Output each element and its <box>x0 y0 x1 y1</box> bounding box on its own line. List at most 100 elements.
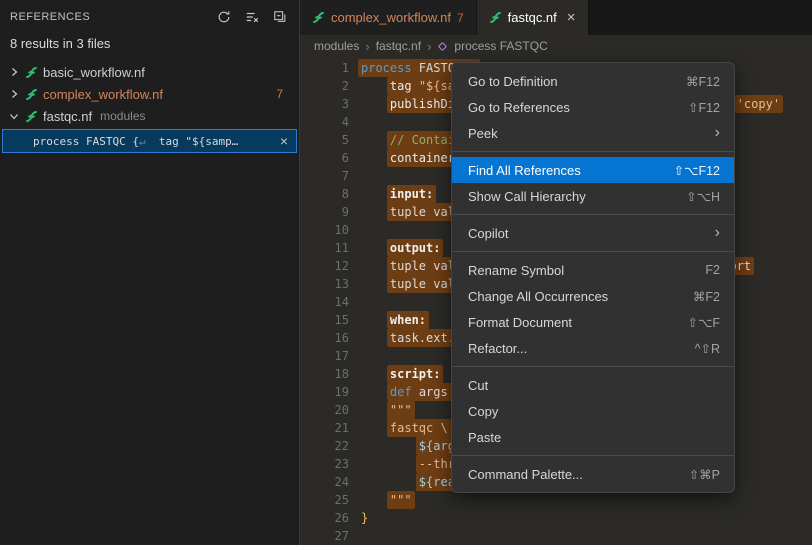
file-name: basic_workflow.nf <box>43 65 145 80</box>
menu-shortcut: ⇧⌥F12 <box>674 163 720 178</box>
breadcrumb-item-modules[interactable]: modules <box>314 39 359 53</box>
line-number: 20 <box>300 401 349 419</box>
find-match-highlight: when: <box>387 311 429 329</box>
file-problems-badge: 7 <box>276 87 291 101</box>
line-number: 2 <box>300 77 349 95</box>
chevron-right-icon[interactable] <box>8 67 20 77</box>
symbol-icon <box>437 41 448 52</box>
tab-complex-workflow-nf[interactable]: complex_workflow.nf 7 <box>300 0 477 35</box>
breadcrumb-item-fastqc-nf[interactable]: fastqc.nf <box>376 39 421 53</box>
code-text[interactable] <box>349 527 361 545</box>
menu-item-rename-symbol[interactable]: Rename SymbolF2 <box>452 257 734 283</box>
menu-shortcut: F2 <box>705 263 720 277</box>
menu-shortcut: ⇧⌥H <box>686 189 720 204</box>
file-description: modules <box>100 109 145 123</box>
menu-item-command-palette[interactable]: Command Palette... ⇧⌘P <box>452 461 734 487</box>
find-match-highlight: input: <box>387 185 436 203</box>
chevron-right-icon[interactable] <box>8 89 20 99</box>
line-number: 7 <box>300 167 349 185</box>
line-number: 3 <box>300 95 349 113</box>
menu-item-paste[interactable]: Paste <box>452 424 734 450</box>
menu-item-cut[interactable]: Cut <box>452 372 734 398</box>
code-text[interactable]: script: <box>349 365 440 383</box>
nextflow-icon <box>489 11 502 24</box>
file-name: fastqc.nf <box>43 109 92 124</box>
line-number: 9 <box>300 203 349 221</box>
menu-item-peek[interactable]: Peek› <box>452 120 734 146</box>
nextflow-file-icon <box>25 110 38 123</box>
line-number: 13 <box>300 275 349 293</box>
breadcrumb-item-process-fastqc[interactable]: process FASTQC <box>454 39 547 53</box>
menu-item-go-to-references[interactable]: Go to References⇧F12 <box>452 94 734 120</box>
code-line: 27 <box>300 527 812 545</box>
menu-separator <box>452 214 734 215</box>
menu-item-copilot[interactable]: Copilot› <box>452 220 734 246</box>
reference-snippet-head: process FASTQC { <box>33 135 139 148</box>
line-number: 11 <box>300 239 349 257</box>
line-number: 27 <box>300 527 349 545</box>
line-number: 5 <box>300 131 349 149</box>
menu-item-label: Change All Occurrences <box>468 289 608 304</box>
submenu-arrow-icon: › <box>715 225 720 241</box>
file-name: complex_workflow.nf <box>43 87 163 102</box>
menu-separator <box>452 455 734 456</box>
menu-item-label: Format Document <box>468 315 572 330</box>
chevron-down-icon[interactable] <box>8 111 20 121</box>
code-text[interactable]: when: <box>349 311 426 329</box>
tree-item-complex-workflow-nf[interactable]: complex_workflow.nf 7 <box>0 83 299 105</box>
refresh-icon[interactable] <box>215 8 233 26</box>
code-text[interactable]: """ <box>349 401 412 419</box>
code-text[interactable] <box>349 293 361 311</box>
code-text[interactable]: """ <box>349 491 412 509</box>
code-text[interactable] <box>349 113 361 131</box>
code-text[interactable] <box>349 347 361 365</box>
return-symbol: ↵ <box>139 135 146 148</box>
close-icon[interactable]: × <box>567 9 576 26</box>
collapse-all-icon[interactable] <box>271 8 289 26</box>
tree-item-basic-workflow-nf[interactable]: basic_workflow.nf <box>0 61 299 83</box>
line-number: 21 <box>300 419 349 437</box>
menu-item-label: Command Palette... <box>468 467 583 482</box>
menu-item-find-all-references[interactable]: Find All References⇧⌥F12 <box>452 157 734 183</box>
menu-item-format-document[interactable]: Format Document⇧⌥F <box>452 309 734 335</box>
line-number: 18 <box>300 365 349 383</box>
tab-problems-badge: 7 <box>457 11 464 25</box>
menu-item-refactor[interactable]: Refactor...^⇧R <box>452 335 734 361</box>
menu-shortcut: ⌘F12 <box>686 74 720 89</box>
menu-item-show-call-hierarchy[interactable]: Show Call Hierarchy⇧⌥H <box>452 183 734 209</box>
menu-item-label: Refactor... <box>468 341 527 356</box>
tab-label: complex_workflow.nf <box>331 10 451 25</box>
code-text[interactable]: fastqc \ <box>349 419 448 437</box>
reference-item[interactable]: process FASTQC {↵ tag "${samp… × <box>2 129 297 153</box>
find-match-highlight: fastqc \ <box>387 419 451 437</box>
references-header: REFERENCES <box>0 0 299 34</box>
nextflow-file-icon <box>25 66 38 79</box>
dismiss-icon[interactable]: × <box>280 133 288 149</box>
tree-item-fastqc-nf[interactable]: fastqc.nf modules <box>0 105 299 127</box>
code-text[interactable] <box>349 221 361 239</box>
code-text[interactable]: output: <box>349 239 440 257</box>
menu-shortcut: ⇧⌘P <box>689 467 720 482</box>
find-match-highlight: script: <box>387 365 444 383</box>
clear-all-icon[interactable] <box>243 8 261 26</box>
line-number: 1 <box>300 59 349 77</box>
results-summary: 8 results in 3 files <box>0 34 299 61</box>
vscode-window: REFERENCES 8 results in 3 files basic_wo… <box>0 0 812 545</box>
menu-shortcut: ⇧F12 <box>688 100 720 115</box>
menu-item-change-all-occurrences[interactable]: Change All Occurrences ⌘F2 <box>452 283 734 309</box>
code-text[interactable] <box>349 167 361 185</box>
line-number: 4 <box>300 113 349 131</box>
code-text[interactable]: } <box>349 509 368 527</box>
menu-shortcut: ⌘F2 <box>693 289 720 304</box>
menu-separator <box>452 366 734 367</box>
menu-item-label: Peek <box>468 126 498 141</box>
menu-item-label: Copy <box>468 404 498 419</box>
tab-fastqc-nf[interactable]: fastqc.nf× <box>477 0 589 35</box>
menu-item-go-to-definition[interactable]: Go to Definition⌘F12 <box>452 68 734 94</box>
menu-item-copy[interactable]: Copy <box>452 398 734 424</box>
code-text[interactable]: input: <box>349 185 433 203</box>
menu-separator <box>452 251 734 252</box>
breadcrumb-separator: › <box>365 39 369 54</box>
line-number: 12 <box>300 257 349 275</box>
reference-snippet-tail: tag "${samp… <box>146 135 239 148</box>
